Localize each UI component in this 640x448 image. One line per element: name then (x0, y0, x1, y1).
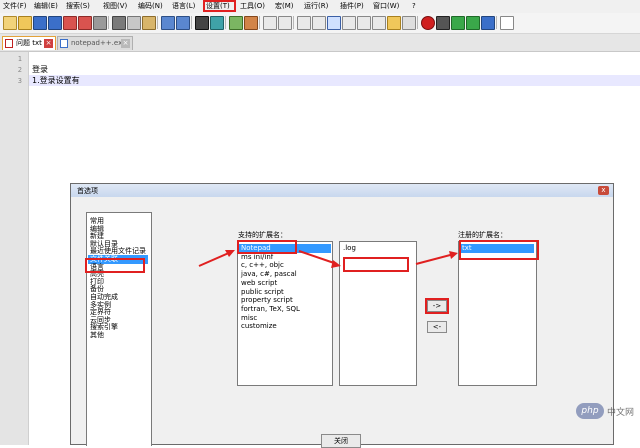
save-all-icon[interactable] (48, 16, 62, 30)
annotation-arrows (198, 250, 458, 268)
arrow-extension-to-registered (415, 253, 455, 265)
php-watermark: php 中文网 (576, 402, 636, 422)
line-number: 2 (17, 66, 22, 74)
close-all-icon[interactable] (78, 16, 92, 30)
menu-encoding[interactable]: 编码(N) (138, 1, 163, 11)
file-icon (5, 39, 13, 48)
word-wrap-icon[interactable] (297, 16, 311, 30)
menu-run[interactable]: 运行(R) (304, 1, 328, 11)
menu-view[interactable]: 视图(V) (103, 1, 127, 11)
run-macro-multiple-icon[interactable] (466, 16, 480, 30)
stop-macro-icon[interactable] (436, 16, 450, 30)
menu-window[interactable]: 窗口(W) (373, 1, 399, 11)
php-logo: php (576, 403, 604, 419)
tab-bar: 问题 txt × notepad++.exe × (0, 34, 640, 52)
tab-label: 问题 txt (16, 39, 42, 47)
find-icon[interactable] (195, 16, 209, 30)
menu-search[interactable]: 搜索(S) (66, 1, 90, 11)
menu-bar: 文件(F) 编辑(E) 搜索(S) 视图(V) 编码(N) 语言(L) 设置(T… (0, 0, 640, 13)
menu-macro[interactable]: 宏(M) (275, 1, 294, 11)
arrow-category-to-supported (198, 251, 232, 267)
close-file-icon[interactable] (63, 16, 77, 30)
menu-tools[interactable]: 工具(O) (240, 1, 265, 11)
line-number: 1 (17, 55, 22, 63)
zoom-in-icon[interactable] (229, 16, 243, 30)
watermark-text: 中文网 (607, 408, 635, 418)
doc-map-icon[interactable] (357, 16, 371, 30)
tab-label: notepad++.exe (71, 39, 127, 47)
arrowhead (331, 260, 341, 268)
arrow-supported-to-extension (298, 250, 338, 265)
new-file-icon[interactable] (3, 16, 17, 30)
show-all-chars-icon[interactable] (312, 16, 326, 30)
undo-icon[interactable] (161, 16, 175, 30)
copy-icon[interactable] (127, 16, 141, 30)
play-macro-icon[interactable] (451, 16, 465, 30)
tab-inactive[interactable]: notepad++.exe × (57, 36, 133, 50)
cut-icon[interactable] (112, 16, 126, 30)
sync-vertical-icon[interactable] (263, 16, 277, 30)
replace-icon[interactable] (210, 16, 224, 30)
function-list-icon[interactable] (372, 16, 386, 30)
menu-file[interactable]: 文件(F) (3, 1, 27, 11)
file-icon (60, 39, 68, 48)
tab-active[interactable]: 问题 txt × (2, 36, 56, 50)
settings-menu-highlight (203, 0, 236, 12)
redo-icon[interactable] (176, 16, 190, 30)
close-icon[interactable]: × (44, 39, 53, 48)
save-icon[interactable] (33, 16, 47, 30)
close-icon[interactable]: × (121, 39, 130, 48)
zoom-out-icon[interactable] (244, 16, 258, 30)
paste-icon[interactable] (142, 16, 156, 30)
preferences-dialog: 首选项 x 常用 编辑 新建 默认目录 最近使用文件记录 文件关联 语言 高亮 打印 备份 自动完成… (70, 183, 614, 448)
print-icon[interactable] (93, 16, 107, 30)
editor-area[interactable]: 登录 1.登录设置有 (29, 52, 640, 183)
record-macro-icon[interactable] (421, 16, 435, 30)
indent-guide-icon[interactable] (327, 16, 341, 30)
save-macro-icon[interactable] (481, 16, 495, 30)
editor-line: 登录 (32, 65, 48, 74)
arrowhead (449, 251, 458, 259)
sync-horizontal-icon[interactable] (278, 16, 292, 30)
menu-edit[interactable]: 编辑(E) (34, 1, 58, 11)
folder-workspace-icon[interactable] (387, 16, 401, 30)
spell-check-icon[interactable] (500, 16, 514, 30)
toolbar (0, 13, 640, 34)
user-defined-lang-icon[interactable] (342, 16, 356, 30)
open-folder-icon[interactable] (18, 16, 32, 30)
monitoring-icon[interactable] (402, 16, 416, 30)
line-number: 3 (17, 77, 22, 85)
menu-help[interactable]: ? (412, 1, 416, 11)
line-number-gutter: 1 2 3 (0, 52, 29, 445)
menu-plugins[interactable]: 插件(P) (340, 1, 364, 11)
editor-line: 1.登录设置有 (32, 76, 80, 85)
menu-language[interactable]: 语言(L) (172, 1, 195, 11)
